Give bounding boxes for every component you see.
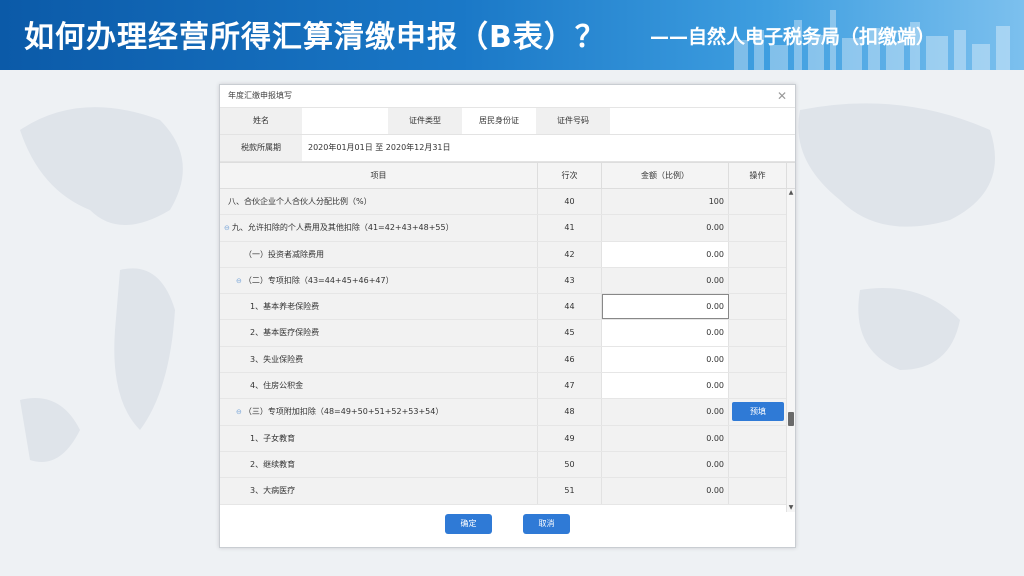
col-action: 操作 xyxy=(729,163,787,188)
amount-input[interactable]: 0.00 xyxy=(602,294,729,320)
row-item: 2、继续教育 xyxy=(220,451,538,478)
row-amount: 0.00 xyxy=(602,451,729,478)
row-item: 八、合伙企业个人合伙人分配比例（%） xyxy=(220,189,538,215)
taxpayer-info-row: 姓名 证件类型 居民身份证 证件号码 xyxy=(220,108,795,135)
row-item: 2、基本医疗保险费 xyxy=(220,320,538,346)
collapse-icon[interactable]: ⊖ xyxy=(236,408,242,416)
table-row: 3、大病医疗 51 0.00 xyxy=(220,478,795,505)
row-item: 3、大病医疗 xyxy=(220,478,538,504)
row-line: 42 xyxy=(538,241,602,267)
row-line: 44 xyxy=(538,294,602,320)
row-action xyxy=(729,189,787,215)
row-action xyxy=(729,267,787,294)
row-line: 48 xyxy=(538,399,602,425)
row-action xyxy=(729,294,787,320)
table-scrollbar[interactable]: ▲ ▼ xyxy=(786,189,795,512)
row-line: 50 xyxy=(538,451,602,478)
row-action: 预填 xyxy=(729,399,787,425)
row-line: 47 xyxy=(538,373,602,399)
close-icon[interactable]: ✕ xyxy=(777,85,787,107)
row-item: 3、失业保险费 xyxy=(220,346,538,373)
row-action xyxy=(729,425,787,451)
row-item: 4、住房公积金 xyxy=(220,373,538,399)
table-row: 2、继续教育 50 0.00 xyxy=(220,451,795,479)
period-label: 税款所属期 xyxy=(220,135,302,161)
prefill-button[interactable]: 预填 xyxy=(732,402,784,422)
amount-input[interactable]: 0.00 xyxy=(602,241,729,267)
row-line: 46 xyxy=(538,346,602,373)
confirm-button[interactable]: 确定 xyxy=(444,514,492,534)
row-item: （一）投资者减除费用 xyxy=(220,241,538,267)
col-item: 项目 xyxy=(220,163,538,188)
tax-period-row: 税款所属期 2020年01月01日 至 2020年12月31日 xyxy=(220,135,795,162)
col-line: 行次 xyxy=(538,163,602,188)
table-row: （一）投资者减除费用 42 0.00 xyxy=(220,241,795,268)
amount-input[interactable]: 0.00 xyxy=(602,373,729,399)
id-number-value xyxy=(610,108,716,134)
row-item: ⊖ （三）专项附加扣除（48=49+50+51+52+53+54） xyxy=(220,399,538,425)
id-type-label: 证件类型 xyxy=(388,108,462,134)
dialog-header: 年度汇缴申报填写 ✕ xyxy=(220,85,795,108)
row-item: 1、子女教育 xyxy=(220,425,538,451)
collapse-icon[interactable]: ⊖ xyxy=(236,277,242,285)
row-line: 49 xyxy=(538,425,602,451)
table-row: 4、住房公积金 47 0.00 xyxy=(220,373,795,400)
table-row: ⊖ （二）专项扣除（43=44+45+46+47） 43 0.00 xyxy=(220,267,795,295)
table-row: 2、基本医疗保险费 45 0.00 xyxy=(220,320,795,347)
row-amount: 0.00 xyxy=(602,399,729,425)
annual-filing-dialog: 年度汇缴申报填写 ✕ 姓名 证件类型 居民身份证 证件号码 税款所属期 2020… xyxy=(219,84,796,548)
page-subtitle: ——自然人电子税务局（扣缴端） xyxy=(650,26,936,48)
col-amount: 金额（比例） xyxy=(602,163,729,188)
row-action xyxy=(729,478,787,504)
row-amount: 0.00 xyxy=(602,478,729,504)
row-action xyxy=(729,373,787,399)
table-row: 八、合伙企业个人合伙人分配比例（%） 40 100 xyxy=(220,189,795,216)
row-amount: 0.00 xyxy=(602,267,729,294)
table-row: 3、失业保险费 46 0.00 xyxy=(220,346,795,374)
row-action xyxy=(729,241,787,267)
row-item: ⊖ 九、允许扣除的个人费用及其他扣除（41=42+43+48+55） xyxy=(220,215,538,241)
table-row: 1、子女教育 49 0.00 xyxy=(220,425,795,452)
cancel-button[interactable]: 取消 xyxy=(523,514,571,534)
declaration-table: 项目 行次 金额（比例） 操作 八、合伙企业个人合伙人分配比例（%） 40 10… xyxy=(220,162,795,512)
row-line: 40 xyxy=(538,189,602,215)
scroll-thumb[interactable] xyxy=(788,412,794,426)
page-title: 如何办理经营所得汇算清缴申报（B表）？ xyxy=(24,20,606,55)
row-line: 51 xyxy=(538,478,602,504)
row-amount: 0.00 xyxy=(602,215,729,241)
collapse-icon[interactable]: ⊖ xyxy=(224,224,230,232)
row-item: 1、基本养老保险费 xyxy=(220,294,538,320)
name-label: 姓名 xyxy=(220,108,302,134)
row-action xyxy=(729,451,787,478)
row-amount: 0.00 xyxy=(602,425,729,451)
row-item: ⊖ （二）专项扣除（43=44+45+46+47） xyxy=(220,267,538,294)
table-row: ⊖ 九、允许扣除的个人费用及其他扣除（41=42+43+48+55） 41 0.0… xyxy=(220,215,795,242)
amount-input[interactable]: 0.00 xyxy=(602,320,729,346)
row-item-text: （二）专项扣除（43=44+45+46+47） xyxy=(243,275,394,285)
row-action xyxy=(729,346,787,373)
row-item-text: 九、允许扣除的个人费用及其他扣除（41=42+43+48+55） xyxy=(231,223,454,233)
row-action xyxy=(729,320,787,346)
scroll-up-icon[interactable]: ▲ xyxy=(787,189,795,197)
table-row: 1、基本养老保险费 44 0.00 xyxy=(220,294,795,321)
id-type-value: 居民身份证 xyxy=(462,108,536,134)
row-action xyxy=(729,215,787,241)
table-row: ⊖ （三）专项附加扣除（48=49+50+51+52+53+54） 48 0.00… xyxy=(220,399,795,426)
dialog-footer: 确定 取消 xyxy=(220,511,795,534)
name-value xyxy=(302,108,388,134)
row-line: 41 xyxy=(538,215,602,241)
row-line: 43 xyxy=(538,267,602,294)
row-item-text: （三）专项附加扣除（48=49+50+51+52+53+54） xyxy=(243,407,444,417)
title-banner: 如何办理经营所得汇算清缴申报（B表）？ ——自然人电子税务局（扣缴端） xyxy=(0,0,1024,70)
row-amount: 100 xyxy=(602,189,729,215)
dialog-title: 年度汇缴申报填写 xyxy=(228,91,292,100)
period-value: 2020年01月01日 至 2020年12月31日 xyxy=(302,135,788,161)
table-header: 项目 行次 金额（比例） 操作 xyxy=(220,162,795,189)
id-number-label: 证件号码 xyxy=(536,108,610,134)
amount-input[interactable]: 0.00 xyxy=(602,346,729,373)
row-line: 45 xyxy=(538,320,602,346)
table-body[interactable]: 八、合伙企业个人合伙人分配比例（%） 40 100 ⊖ 九、允许扣除的个人费用及其… xyxy=(220,189,795,512)
